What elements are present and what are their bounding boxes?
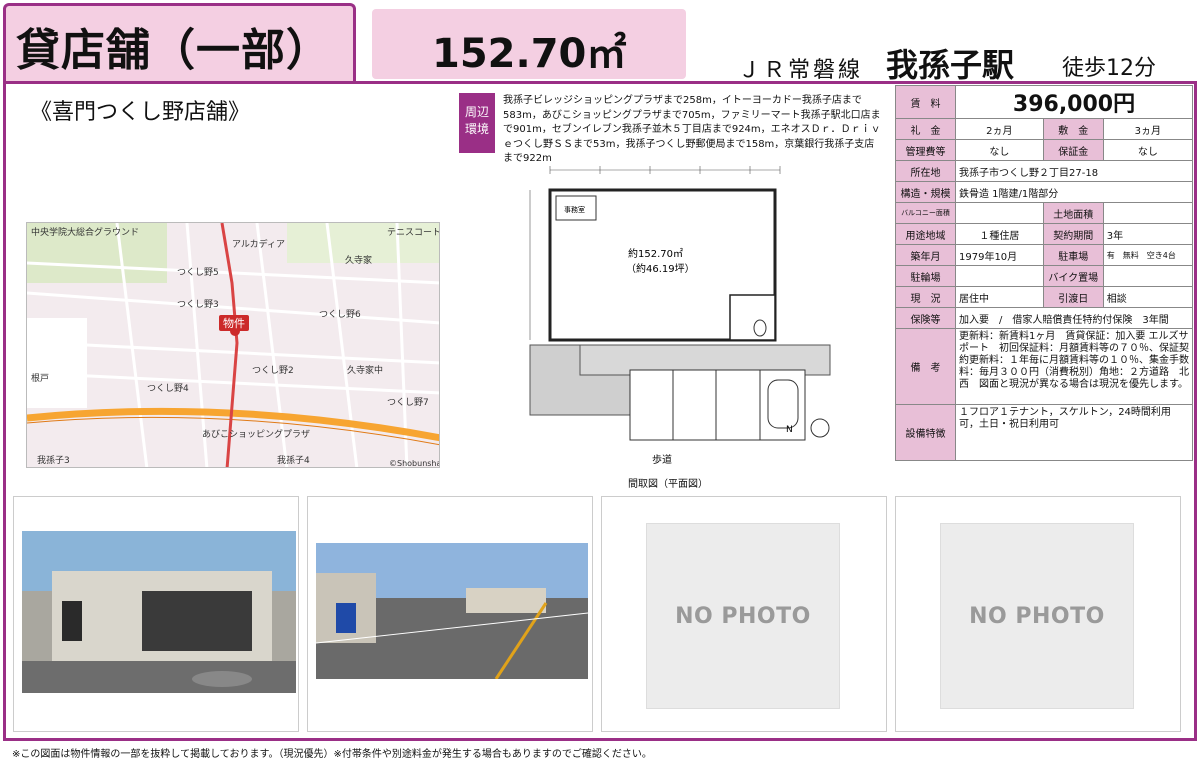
floor-area: 152.70㎡ — [432, 31, 627, 77]
address-value: 我孫子市つくし野２丁目27-18 — [955, 160, 1193, 182]
floor-plan-caption: 間取図（平面図） — [628, 479, 708, 490]
svg-text:つくし野5: つくし野5 — [177, 267, 219, 278]
key-money-value: 2ヵ月 — [955, 118, 1044, 140]
svg-text:我孫子4: 我孫子4 — [277, 454, 310, 466]
mgmt-fee-value: なし — [955, 139, 1044, 161]
handover-value: 相談 — [1102, 286, 1194, 308]
train-line: ＪＲ常磐線 — [738, 58, 864, 83]
deposit-value: 3ヵ月 — [1102, 118, 1194, 140]
remarks-value: 更新料：新賃料1ヶ月 賃貸保証：加入要 エルズサポート 初回保証料：月額賃料等の… — [955, 328, 1199, 405]
walk-time: 徒歩12分 — [1062, 56, 1156, 81]
floor-tsubo-text: （約46.19坪） — [626, 262, 695, 275]
svg-text:つくし野2: つくし野2 — [252, 365, 294, 376]
svg-text:つくし野4: つくし野4 — [147, 383, 189, 394]
station-name: 我孫子駅 — [886, 46, 1015, 84]
photo-slot-2 — [307, 496, 593, 732]
floor-area-text: 約152.70㎡ — [628, 247, 683, 260]
svg-text:久寺家: 久寺家 — [345, 254, 372, 266]
svg-text:根戸: 根戸 — [31, 372, 49, 384]
shop-name: 《喜門つくし野店舗》 — [30, 100, 251, 125]
bicycle-value — [955, 265, 1044, 287]
street-photo — [316, 543, 588, 679]
road-label: 歩道 — [652, 455, 672, 466]
office-label: 事務室 — [564, 205, 585, 214]
bike-value — [1102, 265, 1194, 287]
svg-text:久寺家中: 久寺家中 — [347, 364, 383, 376]
insurance-value: 加入要 / 借家人賠償責任特約付保険 3年間 — [955, 307, 1193, 329]
photo-slot-1 — [13, 496, 299, 732]
no-photo-placeholder-2: NO PHOTO — [940, 523, 1134, 709]
map-marker-label: 物件 — [223, 316, 245, 330]
rent-label: 賃 料 — [895, 85, 956, 119]
status-value: 居住中 — [955, 286, 1044, 308]
svg-text:つくし野7: つくし野7 — [387, 397, 429, 408]
storefront-photo — [22, 531, 296, 693]
photo-slot-4: NO PHOTO — [895, 496, 1181, 732]
guarantee-value: なし — [1102, 139, 1194, 161]
spec-table: 賃 料 396,000円 礼 金 2ヵ月 敷 金 3ヵ月 管理費等 なし 保証金… — [895, 85, 1199, 461]
rent-value: 396,000円 — [955, 85, 1193, 119]
north-label: N — [786, 425, 793, 435]
land-area-value — [1102, 202, 1194, 224]
photo-slot-3: NO PHOTO — [601, 496, 887, 732]
environment-tag: 周辺 環境 — [459, 93, 495, 153]
features-value: １フロア１テナント，スケルトン，24時間利用可，土日・祝日利用可 — [955, 404, 1193, 461]
svg-text:あびこショッピングプラザ: あびこショッピングプラザ — [202, 428, 310, 440]
svg-text:つくし野3: つくし野3 — [177, 299, 219, 310]
balcony-value — [955, 202, 1044, 224]
svg-text:我孫子3: 我孫子3 — [37, 454, 70, 466]
environment-text: 我孫子ビレッジショッピングプラザまで258m，イトーヨーカドー我孫子店まで583… — [503, 95, 881, 165]
area-map: 物件 中央学院大総合グラウンド アルカディア つくし野5 久寺家 つくし野3 つ… — [26, 222, 440, 468]
property-type: 貸店舗（一部） — [16, 25, 331, 76]
svg-text:つくし野6: つくし野6 — [319, 309, 361, 320]
structure-value: 鉄骨造 1階建/1階部分 — [955, 181, 1193, 203]
svg-text:アルカディア: アルカディア — [232, 238, 285, 250]
zoning-value: １種住居 — [955, 223, 1044, 245]
svg-text:中央学院大総合グラウンド: 中央学院大総合グラウンド — [31, 226, 139, 238]
area-banner: 152.70㎡ — [372, 9, 686, 79]
floor-plan: 事務室 約152.70㎡ （約46.19坪） N — [520, 160, 850, 480]
svg-text:©Shobunsha: ©Shobunsha — [389, 459, 440, 468]
no-photo-placeholder-1: NO PHOTO — [646, 523, 840, 709]
footer-note: ※この図面は物件情報の一部を抜粋して掲載しております。（現況優先）※付帯条件や別… — [12, 749, 652, 760]
svg-text:テニスコート: テニスコート — [387, 227, 440, 238]
property-type-banner: 貸店舗（一部） — [3, 3, 356, 81]
contract-value: 3年 — [1102, 223, 1194, 245]
parking-value: 有 無料 空き4台 — [1102, 244, 1194, 266]
built-value: 1979年10月 — [955, 244, 1044, 266]
